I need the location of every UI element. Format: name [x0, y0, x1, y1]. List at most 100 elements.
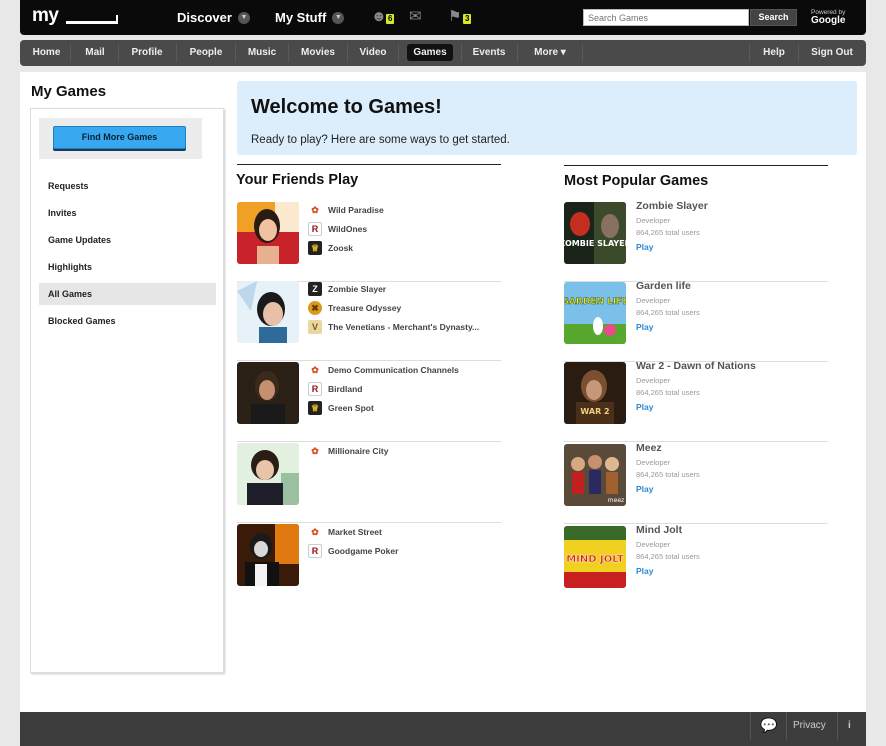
nav-label: Profile [131, 47, 163, 58]
game-thumbnail[interactable]: ZOMBIE SLAYER [564, 202, 626, 264]
friend-game[interactable]: V The Venetians - Merchant's Dynasty... [308, 319, 479, 335]
discover-menu[interactable]: Discover ▼ [177, 10, 250, 25]
play-link[interactable]: Play [636, 242, 654, 252]
nav-divider [176, 44, 177, 62]
footer-divider [837, 712, 838, 740]
nav-home[interactable]: Home [24, 40, 69, 66]
nav-people[interactable]: People [178, 40, 234, 66]
nav-games[interactable]: Games [400, 40, 460, 66]
thumb-caption: meez [608, 497, 624, 504]
friend-game[interactable]: ♕ Zoosk [308, 240, 353, 256]
game-name: Market Street [328, 527, 382, 537]
nav-divider [582, 44, 583, 62]
alerts-button[interactable]: ⚑ 3 [448, 9, 474, 27]
friend-game[interactable]: R WildOnes [308, 221, 367, 237]
nav-more[interactable]: More ▾ [519, 40, 581, 66]
game-name: Goodgame Poker [328, 546, 399, 556]
game-thumbnail[interactable]: GARDEN LIFE [564, 282, 626, 344]
mail-button[interactable]: ✉ [409, 9, 435, 27]
flag-icon: ⚑ [448, 8, 462, 25]
friend-avatar[interactable] [237, 443, 299, 505]
welcome-title: Welcome to Games! [251, 96, 442, 118]
chat-icon[interactable]: 💬 [760, 717, 777, 734]
nav-label: Movies [301, 47, 335, 58]
friend-requests-button[interactable]: ☻ 6 [371, 9, 397, 27]
friend-game[interactable]: ♕ Green Spot [308, 400, 374, 416]
nav-label: Mail [85, 47, 105, 58]
game-users: 864,265 total users [636, 228, 700, 237]
nav-movies[interactable]: Movies [290, 40, 346, 66]
nav-video[interactable]: Video [349, 40, 397, 66]
game-name: Treasure Odyssey [328, 303, 402, 313]
mystuff-menu[interactable]: My Stuff ▼ [275, 10, 345, 25]
play-link[interactable]: Play [636, 484, 654, 494]
friend-avatar[interactable] [237, 362, 299, 424]
game-title[interactable]: Zombie Slayer [636, 200, 708, 212]
friend-game[interactable]: R Birdland [308, 381, 362, 397]
friend-game[interactable]: R Goodgame Poker [308, 543, 398, 559]
friend-avatar[interactable] [237, 281, 299, 343]
friend-avatar[interactable] [237, 202, 299, 264]
nav-events[interactable]: Events [463, 40, 515, 66]
friend-game[interactable]: ✿ Demo Communication Channels [308, 362, 459, 378]
game-developer: Developer [636, 540, 671, 549]
popular-title: Most Popular Games [564, 173, 709, 189]
r-logo-icon: R [308, 382, 322, 396]
sidebar-item-game-updates[interactable]: Game Updates [39, 229, 216, 251]
play-link[interactable]: Play [636, 402, 654, 412]
game-name: Millionaire City [328, 446, 389, 456]
paw-icon: ✿ [308, 525, 322, 539]
powered-by: Powered by Google [811, 9, 845, 26]
friend-game[interactable]: ✿ Wild Paradise [308, 202, 384, 218]
sidebar-item-highlights[interactable]: Highlights [39, 256, 216, 278]
site-logo[interactable]: my [32, 5, 59, 27]
nav-help[interactable]: Help [751, 40, 797, 66]
sidebar-item-requests[interactable]: Requests [39, 175, 216, 197]
friend-row: ✿ Wild Paradise R WildOnes ♕ Zoosk [237, 202, 501, 282]
game-thumbnail[interactable]: meez [564, 444, 626, 506]
search-button[interactable]: Search [750, 9, 797, 26]
game-title[interactable]: Mind Jolt [636, 524, 682, 536]
nav-profile[interactable]: Profile [120, 40, 174, 66]
nav-sign-out[interactable]: Sign Out [800, 40, 864, 66]
game-users: 864,265 total users [636, 470, 700, 479]
play-link[interactable]: Play [636, 322, 654, 332]
info-icon[interactable]: i [848, 720, 851, 731]
game-title[interactable]: Garden life [636, 280, 691, 292]
game-title[interactable]: Meez [636, 442, 662, 454]
friend-game[interactable]: ✿ Market Street [308, 524, 382, 540]
game-thumbnail[interactable]: WAR 2 [564, 362, 626, 424]
nav-mail[interactable]: Mail [72, 40, 118, 66]
game-users: 864,265 total users [636, 552, 700, 561]
friend-row: ✿ Demo Communication Channels R Birdland ♕… [237, 362, 501, 442]
nav-label: Sign Out [811, 47, 853, 58]
envelope-icon: ✉ [409, 8, 422, 25]
friend-row: ✿ Millionaire City [237, 443, 501, 523]
nav-divider [70, 44, 71, 62]
sidebar-item-all-games[interactable]: All Games [39, 283, 216, 305]
nav-label: Music [247, 47, 277, 58]
logo-tick [116, 15, 118, 23]
friend-game[interactable]: ✿ Millionaire City [308, 443, 388, 459]
nav-divider [235, 44, 236, 62]
nav-divider [118, 44, 119, 62]
game-users: 864,265 total users [636, 308, 700, 317]
friend-game[interactable]: ✖ Treasure Odyssey [308, 300, 401, 316]
friend-avatar[interactable] [237, 524, 299, 586]
game-thumbnail[interactable]: MIND JOLT [564, 526, 626, 588]
nav-divider [749, 44, 750, 62]
friend-game[interactable]: Z Zombie Slayer [308, 281, 386, 297]
nav-divider [461, 44, 462, 62]
play-link[interactable]: Play [636, 566, 654, 576]
person-icon: ☻ [371, 8, 387, 25]
privacy-link[interactable]: Privacy [793, 720, 826, 731]
search-input[interactable] [583, 9, 749, 26]
find-more-games-button[interactable]: Find More Games [53, 126, 186, 149]
nav-music[interactable]: Music [237, 40, 287, 66]
game-name: Demo Communication Channels [328, 365, 459, 375]
sidebar-item-invites[interactable]: Invites [39, 202, 216, 224]
game-title[interactable]: War 2 - Dawn of Nations [636, 360, 756, 372]
footer-divider [750, 712, 751, 740]
sidebar-item-blocked-games[interactable]: Blocked Games [39, 310, 216, 332]
nav-label: People [189, 47, 223, 58]
